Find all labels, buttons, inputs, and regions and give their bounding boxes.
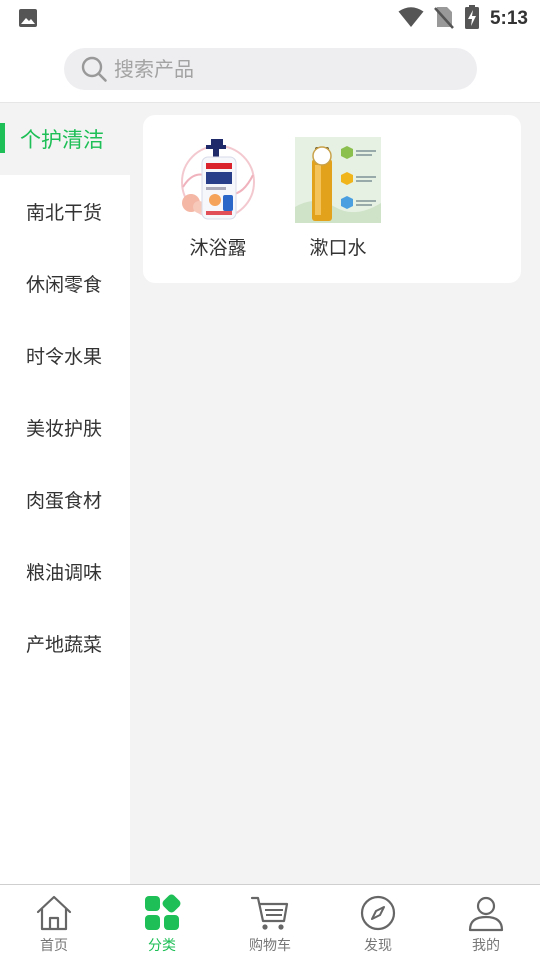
tab-mine[interactable]: 我的	[432, 885, 540, 960]
user-icon	[468, 896, 504, 932]
sidebar-item-label: 时令水果	[26, 345, 103, 368]
bottom-tab-bar: 首页 分类 购物车 发现 我的	[0, 884, 540, 960]
body-wash-bottle-image	[175, 137, 261, 223]
compass-icon	[360, 895, 396, 931]
battery-charging-icon	[464, 5, 480, 33]
sidebar-item-label: 美妆护肤	[26, 417, 103, 440]
tab-label: 购物车	[249, 938, 291, 954]
tab-discover[interactable]: 发现	[324, 885, 432, 960]
sidebar-item-fruits[interactable]: 时令水果	[0, 319, 130, 391]
search-header	[0, 36, 540, 103]
tab-label: 首页	[40, 938, 68, 954]
search-input[interactable]	[114, 57, 414, 81]
gallery-notification-icon	[18, 8, 38, 32]
tab-label: 分类	[148, 938, 176, 954]
no-sim-icon	[434, 5, 454, 33]
search-box[interactable]	[64, 48, 477, 90]
status-bar: 5:13	[0, 0, 540, 36]
tab-label: 发现	[364, 938, 392, 954]
product-name: 沐浴露	[189, 237, 247, 259]
sidebar-item-snacks[interactable]: 休闲零食	[0, 247, 130, 319]
tab-label: 我的	[472, 938, 500, 954]
category-sidebar: 个护清洁 南北干货 休闲零食 时令水果 美妆护肤 肉蛋食材 粮油调味 产地蔬菜	[0, 103, 130, 884]
cart-icon	[250, 896, 289, 930]
tab-category[interactable]: 分类	[108, 885, 216, 960]
sidebar-item-label: 产地蔬菜	[26, 633, 103, 656]
wifi-icon	[398, 6, 424, 32]
tab-home[interactable]: 首页	[0, 885, 108, 960]
sidebar-item-label: 休闲零食	[26, 273, 103, 296]
sidebar-item-beauty[interactable]: 美妆护肤	[0, 391, 130, 463]
sidebar-item-meat-eggs[interactable]: 肉蛋食材	[0, 463, 130, 535]
sidebar-item-label: 粮油调味	[26, 561, 103, 584]
sidebar-item-grain-oil[interactable]: 粮油调味	[0, 535, 130, 607]
sidebar-item-vegetables[interactable]: 产地蔬菜	[0, 607, 130, 679]
category-content: 沐浴露 漱口水	[130, 103, 540, 884]
sidebar-item-label: 个护清洁	[20, 128, 104, 152]
status-time: 5:13	[489, 8, 528, 29]
product-item-mouthwash[interactable]: 漱口水	[288, 137, 388, 260]
product-card: 沐浴露 漱口水	[143, 115, 521, 283]
sidebar-item-label: 南北干货	[26, 201, 103, 224]
category-grid-icon	[145, 894, 181, 930]
search-icon	[80, 55, 108, 83]
sidebar-item-label: 肉蛋食材	[26, 489, 103, 512]
product-name: 漱口水	[309, 237, 367, 259]
home-icon	[36, 895, 72, 931]
mouthwash-bottle-image	[295, 137, 381, 223]
sidebar-item-personal-care[interactable]: 个护清洁	[0, 103, 130, 175]
sidebar-item-dry-goods[interactable]: 南北干货	[0, 175, 130, 247]
tab-cart[interactable]: 购物车	[216, 885, 324, 960]
product-item-body-wash[interactable]: 沐浴露	[168, 137, 268, 260]
